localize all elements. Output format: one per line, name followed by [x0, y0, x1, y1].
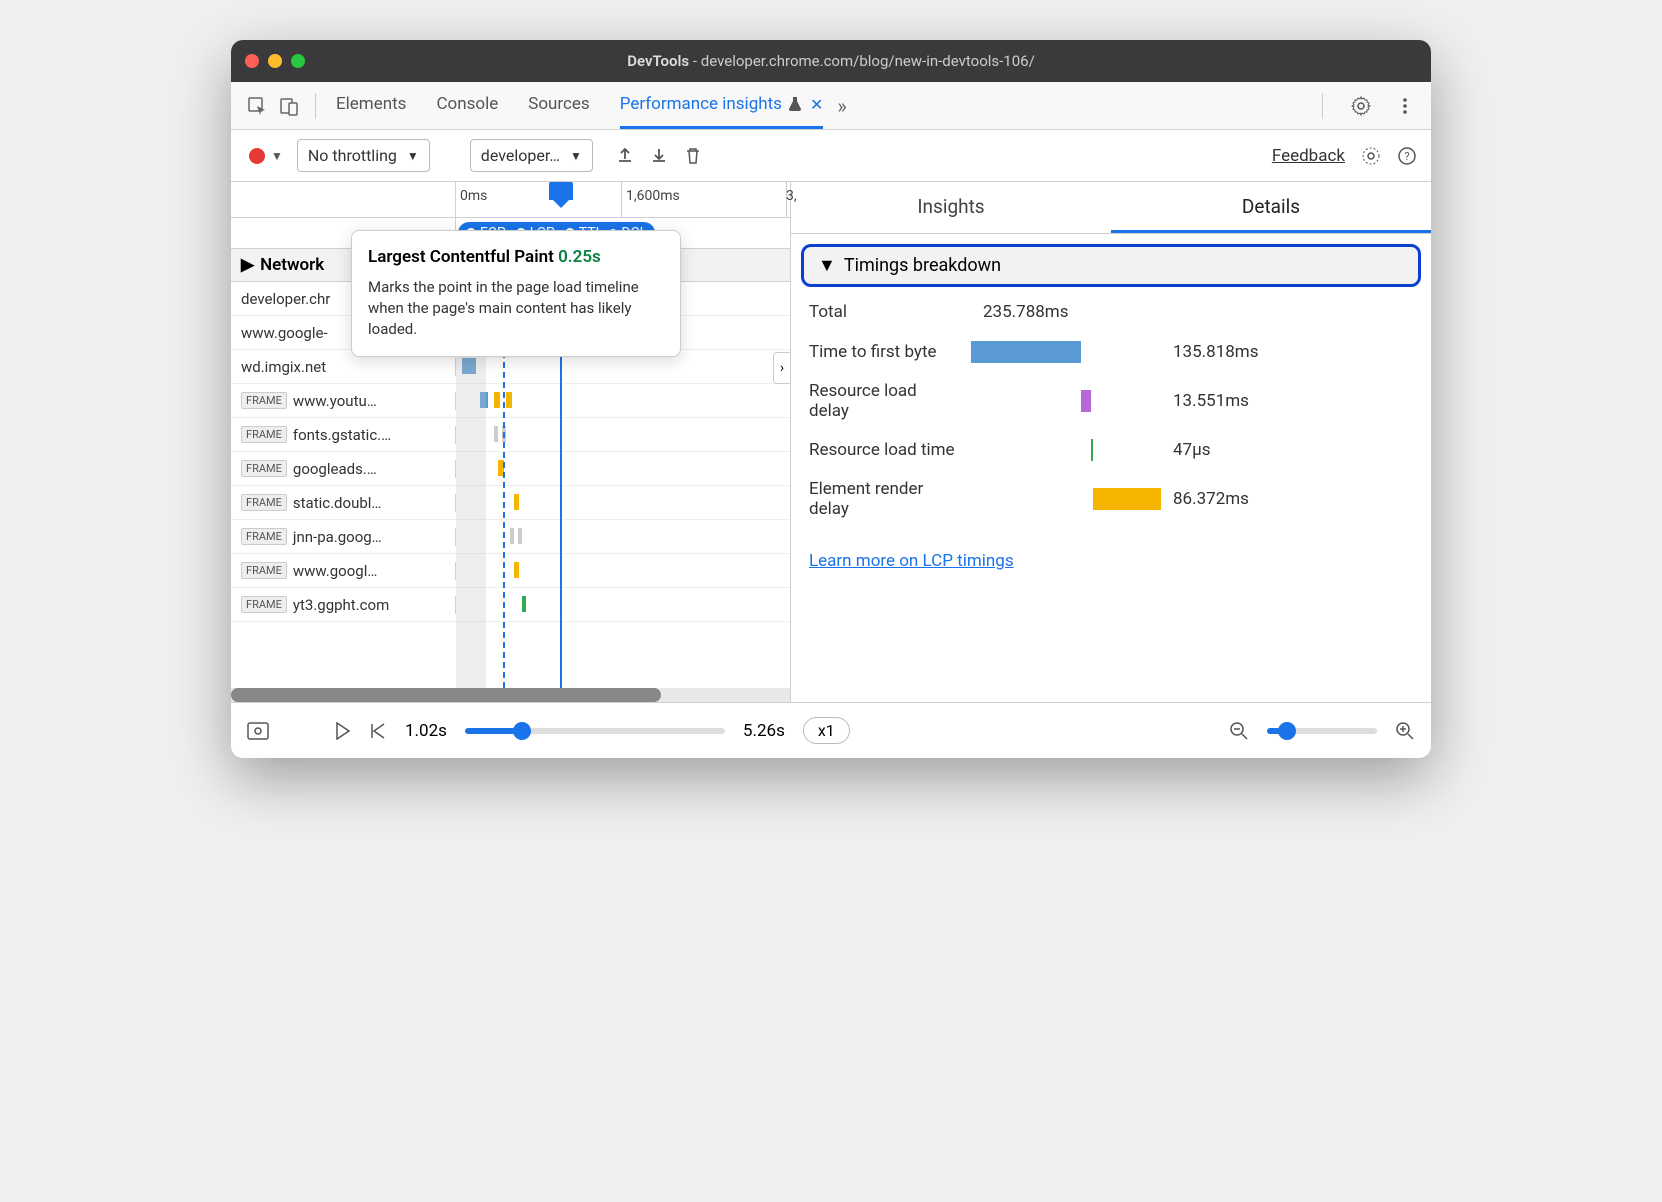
traffic-lights: [245, 54, 305, 68]
learn-more-link[interactable]: Learn more on LCP timings: [809, 551, 1413, 571]
speed-selector[interactable]: x1: [803, 717, 850, 744]
tab-sources[interactable]: Sources: [528, 82, 589, 129]
tab-performance-insights[interactable]: Performance insights ✕: [620, 82, 824, 129]
tab-elements[interactable]: Elements: [336, 82, 406, 129]
delete-icon[interactable]: [683, 146, 703, 166]
zoom-in-icon[interactable]: [1395, 721, 1415, 741]
timings-breakdown-header[interactable]: ▼ Timings breakdown: [801, 244, 1421, 287]
chevron-down-icon: ▼: [570, 149, 582, 163]
total-time: 5.26s: [743, 721, 785, 741]
timing-row: Element render delay 86.372ms: [809, 479, 1413, 519]
network-row[interactable]: FRAMEfonts.gstatic.…: [231, 418, 790, 452]
tab-console[interactable]: Console: [436, 82, 498, 129]
ruler-tick: 0ms: [460, 188, 487, 204]
feedback-link[interactable]: Feedback: [1272, 146, 1345, 166]
pane-expand-button[interactable]: ›: [773, 352, 791, 384]
timeline-pane: 0ms 1,600ms 3, FCP LCP TTI DCL: [231, 182, 791, 702]
panel-settings-icon[interactable]: [1361, 146, 1381, 166]
minimize-window-icon[interactable]: [268, 54, 282, 68]
network-row[interactable]: FRAMEwww.youtu…: [231, 384, 790, 418]
tab-insights[interactable]: Insights: [791, 182, 1111, 233]
settings-icon[interactable]: [1345, 90, 1377, 122]
playhead-handle[interactable]: [549, 182, 573, 200]
maximize-window-icon[interactable]: [291, 54, 305, 68]
timing-row: Resource load delay 13.551ms: [809, 381, 1413, 421]
main-content: 0ms 1,600ms 3, FCP LCP TTI DCL: [231, 182, 1431, 702]
record-icon: [249, 148, 265, 164]
separator: [315, 93, 316, 119]
import-icon[interactable]: [649, 146, 669, 166]
export-icon[interactable]: [615, 146, 635, 166]
horizontal-scrollbar[interactable]: [231, 688, 790, 702]
ruler-tick: 1,600ms: [626, 188, 680, 204]
chevron-down-icon: ▼: [407, 149, 419, 163]
network-row[interactable]: FRAMEstatic.doubl…: [231, 486, 790, 520]
play-icon[interactable]: [335, 722, 351, 740]
sidepanel-tabs: Insights Details: [791, 182, 1431, 234]
lcp-tooltip: Largest Contentful Paint 0.25s Marks the…: [351, 230, 681, 357]
timing-row: Total 235.788ms: [809, 301, 1413, 323]
zoom-out-icon[interactable]: [1229, 721, 1249, 741]
main-tabbar: Elements Console Sources Performance ins…: [231, 82, 1431, 130]
device-toggle-icon[interactable]: [273, 90, 305, 122]
time-ruler[interactable]: 0ms 1,600ms 3,: [231, 182, 790, 218]
timing-row: Time to first byte 135.818ms: [809, 341, 1413, 363]
kebab-menu-icon[interactable]: [1389, 90, 1421, 122]
playback-footer: 1.02s 5.26s x1: [231, 702, 1431, 758]
more-tabs-icon[interactable]: »: [837, 94, 846, 118]
record-button[interactable]: ▼: [245, 144, 287, 168]
chevron-down-icon: ▼: [818, 255, 836, 276]
window-title: DevTools - developer.chrome.com/blog/new…: [231, 52, 1431, 70]
timing-row: Resource load time 47μs: [809, 439, 1413, 461]
panel-tabs: Elements Console Sources Performance ins…: [336, 82, 823, 129]
flask-icon: [788, 96, 802, 112]
svg-text:?: ?: [1404, 150, 1409, 163]
network-row[interactable]: FRAMEyt3.ggpht.com: [231, 588, 790, 622]
network-row[interactable]: FRAMEgoogleads.…: [231, 452, 790, 486]
time-slider[interactable]: [465, 728, 725, 734]
chevron-down-icon: ▼: [271, 149, 283, 163]
sidepanel: Insights Details ▼ Timings breakdown Tot…: [791, 182, 1431, 702]
current-time: 1.02s: [405, 721, 447, 741]
zoom-slider[interactable]: [1267, 728, 1377, 734]
ruler-tick: 3,: [786, 188, 797, 204]
screenshot-toggle-icon[interactable]: [247, 722, 269, 740]
throttling-select[interactable]: No throttling ▼: [297, 139, 430, 172]
origin-select[interactable]: developer… ▼: [470, 139, 593, 172]
titlebar: DevTools - developer.chrome.com/blog/new…: [231, 40, 1431, 82]
separator: [1322, 93, 1323, 119]
expand-arrow-icon: ▶: [241, 255, 254, 275]
network-row[interactable]: FRAMEwww.googl…: [231, 554, 790, 588]
close-window-icon[interactable]: [245, 54, 259, 68]
subtoolbar: ▼ No throttling ▼ developer… ▼ Feedback …: [231, 130, 1431, 182]
tab-details[interactable]: Details: [1111, 182, 1431, 233]
close-tab-icon[interactable]: ✕: [810, 95, 823, 114]
devtools-window: DevTools - developer.chrome.com/blog/new…: [231, 40, 1431, 758]
timings-list: Total 235.788ms Time to first byte 135.8…: [791, 297, 1431, 541]
help-icon[interactable]: ?: [1397, 146, 1417, 166]
rewind-icon[interactable]: [369, 722, 387, 740]
inspect-icon[interactable]: [241, 90, 273, 122]
network-row[interactable]: FRAMEjnn-pa.goog…: [231, 520, 790, 554]
